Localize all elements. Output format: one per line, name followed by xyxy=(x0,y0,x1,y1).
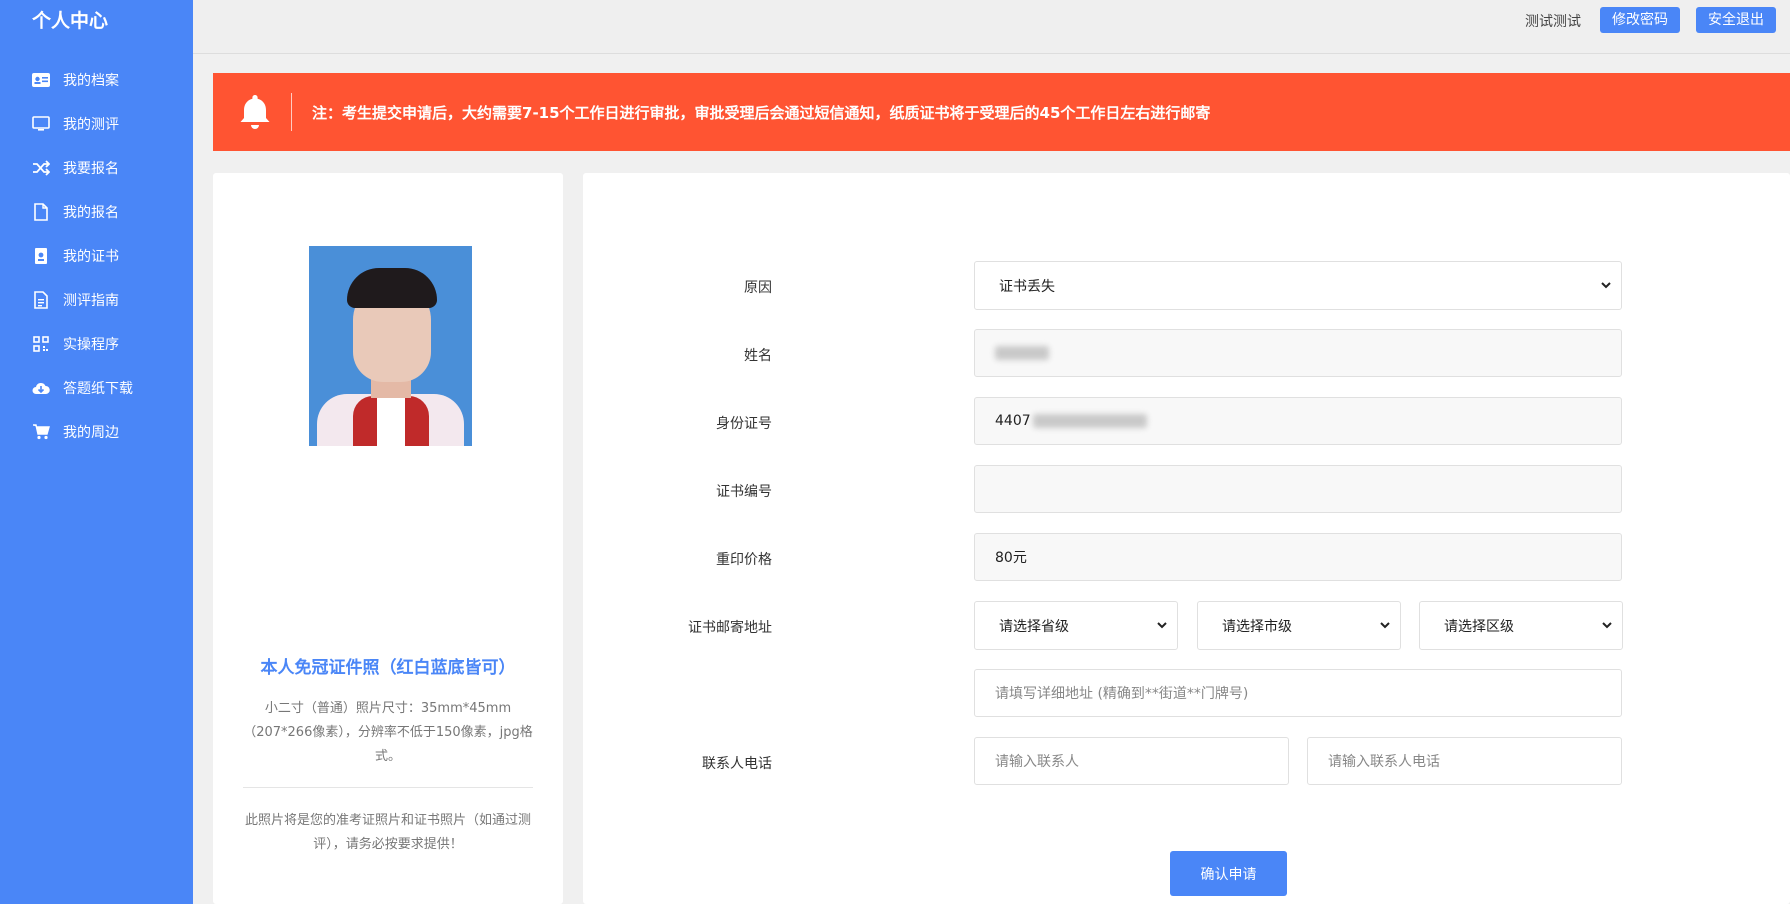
sidebar-item-practice[interactable]: 实操程序 xyxy=(0,326,193,362)
sidebar-item-evaluation[interactable]: 我的测评 xyxy=(0,106,193,142)
price-value: 80元 xyxy=(995,550,1027,566)
chevron-down-icon xyxy=(1155,618,1169,632)
cert-number-field[interactable] xyxy=(974,465,1622,513)
contact-phone-input[interactable]: 请输入联系人电话 xyxy=(1307,737,1622,785)
id-photo[interactable] xyxy=(309,246,472,446)
detail-address-placeholder: 请填写详细地址 (精确到**街道**门牌号) xyxy=(995,686,1249,702)
notice-banner: 注：考生提交申请后，大约需要7-15个工作日进行审批，审批受理后会通过短信通知，… xyxy=(213,73,1790,151)
qrcode-icon xyxy=(32,335,50,353)
contact-name-placeholder: 请输入联系人 xyxy=(995,754,1079,770)
bell-icon xyxy=(235,91,275,131)
notice-divider xyxy=(291,93,292,131)
district-select[interactable]: 请选择区级 xyxy=(1419,601,1623,650)
photo-note: 此照片将是您的准考证照片和证书照片（如通过测评），请务必按要求提供！ xyxy=(244,813,531,852)
shuffle-icon xyxy=(32,159,50,177)
contact-name-input[interactable]: 请输入联系人 xyxy=(974,737,1289,785)
province-placeholder: 请选择省级 xyxy=(999,618,1069,635)
sidebar-item-guide[interactable]: 测评指南 xyxy=(0,282,193,318)
submit-button[interactable]: 确认申请 xyxy=(1170,851,1287,896)
sidebar-item-my-registration[interactable]: 我的报名 xyxy=(0,194,193,230)
sidebar-item-label: 我的证书 xyxy=(63,249,119,265)
name-field[interactable] xyxy=(974,329,1622,377)
cloud-download-icon xyxy=(32,379,50,397)
contact-label: 联系人电话 xyxy=(702,756,772,772)
city-placeholder: 请选择市级 xyxy=(1222,618,1292,635)
sidebar-item-merch[interactable]: 我的周边 xyxy=(0,414,193,450)
notice-text: 注：考生提交申请后，大约需要7-15个工作日进行审批，审批受理后会通过短信通知，… xyxy=(312,104,1211,122)
reason-label: 原因 xyxy=(744,280,772,296)
detail-address-input[interactable]: 请填写详细地址 (精确到**街道**门牌号) xyxy=(974,669,1622,717)
cart-icon xyxy=(32,423,50,441)
monitor-icon xyxy=(32,115,50,133)
sidebar-item-label: 我要报名 xyxy=(63,161,119,177)
photo-collar-inner xyxy=(377,396,405,446)
change-password-button[interactable]: 修改密码 xyxy=(1600,7,1680,33)
username-label: 测试测试 xyxy=(1525,14,1581,30)
district-placeholder: 请选择区级 xyxy=(1444,618,1514,635)
sidebar-title: 个人中心 xyxy=(32,10,109,32)
sidebar-item-label: 测评指南 xyxy=(63,293,119,309)
sidebar-item-label: 实操程序 xyxy=(63,337,119,353)
photo-requirements: 小二寸（普通）照片尺寸：35mm*45mm（207*266像素），分辨率不低于1… xyxy=(243,701,533,764)
sidebar-item-profile[interactable]: 我的档案 xyxy=(0,62,193,98)
name-label: 姓名 xyxy=(744,348,772,364)
province-select[interactable]: 请选择省级 xyxy=(974,601,1178,650)
chevron-down-icon xyxy=(1599,278,1613,292)
redacted-name xyxy=(995,346,1049,360)
sidebar-item-register[interactable]: 我要报名 xyxy=(0,150,193,186)
top-header: 测试测试 修改密码 安全退出 xyxy=(193,0,1790,54)
id-prefix: 4407 xyxy=(995,413,1031,429)
cert-no-label: 证书编号 xyxy=(716,484,772,500)
city-select[interactable]: 请选择市级 xyxy=(1197,601,1401,650)
sidebar-item-label: 答题纸下载 xyxy=(63,381,133,397)
reason-select[interactable]: 证书丢失 xyxy=(974,261,1622,310)
sidebar-item-answer-sheet[interactable]: 答题纸下载 xyxy=(0,370,193,406)
price-label: 重印价格 xyxy=(716,552,772,568)
logout-button[interactable]: 安全退出 xyxy=(1696,7,1776,33)
sidebar-item-label: 我的档案 xyxy=(63,73,119,89)
reason-value: 证书丢失 xyxy=(999,278,1055,295)
chevron-down-icon xyxy=(1378,618,1392,632)
address-label: 证书邮寄地址 xyxy=(688,620,772,636)
guide-icon xyxy=(32,291,50,309)
divider xyxy=(243,787,533,788)
sidebar-item-label: 我的测评 xyxy=(63,117,119,133)
sidebar-item-label: 我的报名 xyxy=(63,205,119,221)
price-field: 80元 xyxy=(974,533,1622,581)
reissue-form: 原因 证书丢失 姓名 身份证号 4407 证书编号 重印价格 80元 证书邮寄地… xyxy=(583,173,1790,904)
sidebar-item-label: 我的周边 xyxy=(63,425,119,441)
photo-panel: 本人免冠证件照（红白蓝底皆可） 小二寸（普通）照片尺寸：35mm*45mm（20… xyxy=(213,173,563,904)
sidebar-item-certificate[interactable]: 我的证书 xyxy=(0,238,193,274)
certificate-icon xyxy=(32,247,50,265)
photo-hair xyxy=(347,268,437,308)
photo-title: 本人免冠证件照（红白蓝底皆可） xyxy=(260,658,516,678)
id-card-icon xyxy=(32,71,50,89)
document-icon xyxy=(32,203,50,221)
redacted-id xyxy=(1032,414,1147,428)
sidebar: 个人中心 我的档案 我的测评 我要报名 我的报名 我的证书 测评指南 实操程序 … xyxy=(0,0,193,904)
chevron-down-icon xyxy=(1600,618,1614,632)
contact-phone-placeholder: 请输入联系人电话 xyxy=(1328,754,1440,770)
id-label: 身份证号 xyxy=(716,416,772,432)
id-number-field[interactable]: 4407 xyxy=(974,397,1622,445)
